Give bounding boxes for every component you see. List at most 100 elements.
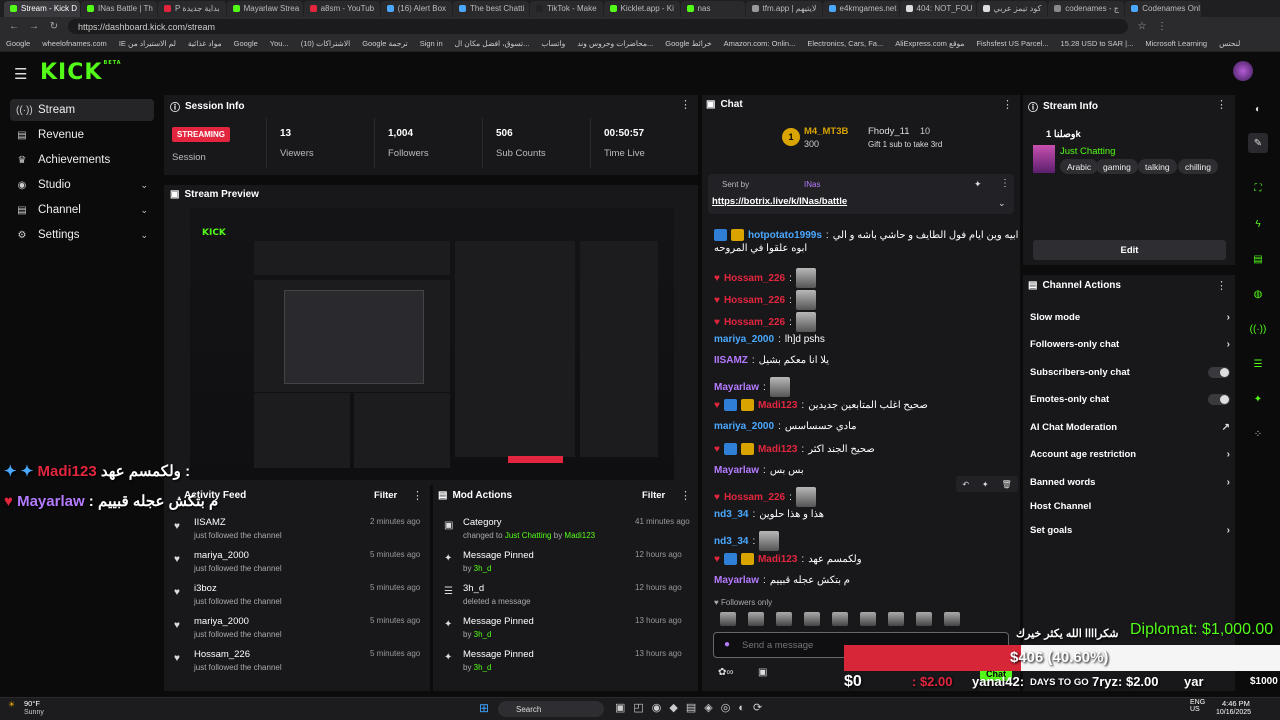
category-name[interactable]: Just Chatting (1060, 146, 1115, 157)
channel-action-set-goals[interactable]: Set goals › (1030, 521, 1230, 539)
toggle-switch[interactable] (1208, 366, 1230, 378)
bookmark-item[interactable]: Amazon.com: Onlin... (724, 39, 796, 48)
weather-icon[interactable]: ☀ (8, 700, 15, 709)
activity-username[interactable]: i3boz (194, 583, 364, 594)
taskbar-search[interactable]: Search (498, 701, 604, 717)
sidebar-item-studio[interactable]: ◉ Studio ⌄ (10, 174, 154, 196)
pin-icon[interactable]: ✦ (974, 179, 982, 190)
browser-tab[interactable]: 404: NOT_FOU (899, 0, 976, 17)
mod-filter-button[interactable]: Filter (642, 490, 665, 501)
chat-username[interactable]: mariya_2000 (714, 421, 774, 432)
reload-icon[interactable]: ↻ (48, 21, 60, 32)
stream-tag[interactable]: Arabic (1060, 159, 1099, 174)
bookmark-item[interactable]: Google (6, 39, 30, 48)
channel-action-subscribers-only-chat[interactable]: Subscribers-only chat (1030, 363, 1230, 381)
channel-action-account-age-restriction[interactable]: Account age restriction › (1030, 445, 1230, 463)
chat-username[interactable]: Madi123 (758, 444, 797, 455)
browser-tab[interactable]: tfm.app | لايتيهم (745, 0, 822, 17)
sidebar-item-channel[interactable]: ▤ Channel ⌄ (10, 199, 154, 221)
top-gifter-name[interactable]: M4_MT3B (804, 126, 848, 137)
pin-message-icon[interactable]: ✦ (982, 480, 989, 489)
avatar[interactable] (1233, 61, 1253, 81)
bookmark-item[interactable]: تسوق، افضل مكان ال... (455, 39, 530, 48)
stream-info-menu-icon[interactable]: ⋮ (1216, 98, 1227, 111)
bookmark-item[interactable]: Google خرائط (665, 39, 711, 48)
chat-username[interactable]: nd3_34 (714, 536, 748, 547)
url-field[interactable]: https://dashboard.kick.com/stream (68, 19, 1128, 34)
browser-tab[interactable]: P بداية جديدة (158, 0, 226, 17)
browser-tab[interactable]: e4kmgames.net (822, 0, 899, 17)
browser-tab[interactable]: Mayarlaw Strea (226, 0, 303, 17)
chat-menu-icon[interactable]: ⋮ (1002, 98, 1013, 111)
bookmark-item[interactable]: لنحتس (1219, 39, 1240, 48)
bookmark-item[interactable]: AliExpress.com موقع (895, 39, 964, 48)
activity-username[interactable]: Hossam_226 (194, 649, 364, 660)
browser-tab[interactable]: codenames - ج (1048, 0, 1125, 17)
mod-detail-link[interactable]: 3h_d (474, 663, 492, 672)
browser-tab[interactable]: Codenames Onl (1125, 0, 1202, 17)
bookmark-item[interactable]: Microsoft Learning (1145, 39, 1207, 48)
chat-username[interactable]: nd3_34 (714, 509, 748, 520)
bookmark-item[interactable]: 15.28 USD to SAR |... (1061, 39, 1134, 48)
bookmark-item[interactable]: Sign in (420, 39, 443, 48)
sidebar-item-stream[interactable]: ((·)) Stream (10, 99, 154, 121)
browser-tab[interactable]: Kicklet.app - Ki (603, 0, 680, 17)
fullscreen-icon[interactable]: ⛶ (1248, 178, 1268, 198)
weather-temp[interactable]: 90°F (24, 699, 40, 708)
chevron-down-icon[interactable]: ⌄ (998, 198, 1006, 209)
bookmark-item[interactable]: Google ترجمة (362, 39, 408, 48)
toggle-switch[interactable] (1208, 393, 1230, 405)
channel-action-ai-chat-moderation[interactable]: AI Chat Moderation ↗ (1030, 418, 1230, 436)
mod-detail-link[interactable]: Just Chatting (505, 531, 552, 540)
browser-tab[interactable]: The best Chatti (453, 0, 530, 17)
bookmark-item[interactable]: Google (234, 39, 258, 48)
browser-tab[interactable]: TikTok - Make (530, 0, 603, 17)
session-menu-icon[interactable]: ⋮ (680, 98, 691, 111)
windows-start-icon[interactable]: ⊞ (479, 701, 489, 715)
channel-action-host-channel[interactable]: Host Channel (1030, 497, 1230, 515)
stream-tag[interactable]: chilling (1178, 159, 1218, 174)
bookmark-item[interactable]: Electronics, Cars, Fa... (807, 39, 883, 48)
star-icon[interactable]: ☆ (1136, 21, 1148, 32)
mic-icon[interactable]: ● (724, 639, 730, 650)
document-icon[interactable]: ▤ (1248, 249, 1268, 269)
forward-icon[interactable]: → (28, 21, 40, 32)
mod-detail-link[interactable]: 3h_d (474, 564, 492, 573)
reply-icon[interactable]: ↶ (962, 480, 969, 489)
emote-picker-icon[interactable]: ✿∞ (718, 667, 734, 678)
browser-tab[interactable]: a8sm - YouTub (303, 0, 380, 17)
stream-preview-video[interactable]: KICK (190, 208, 674, 480)
bolt-icon[interactable]: ϟ (1248, 214, 1268, 234)
list-icon[interactable]: ☰ (1248, 354, 1268, 374)
wrench-icon[interactable]: ✦ (1248, 389, 1268, 409)
back-icon[interactable]: ← (8, 21, 20, 32)
chat-username[interactable]: Mayarlaw (714, 382, 759, 393)
edit-layout-icon[interactable]: ✎ (1248, 133, 1268, 153)
lang-indicator[interactable]: ENG US (1190, 699, 1205, 713)
chat-username[interactable]: Mayarlaw (714, 575, 759, 586)
activity-menu-icon[interactable]: ⋮ (412, 489, 423, 502)
gifter-name[interactable]: Fhody_11 (868, 126, 910, 137)
chat-username[interactable]: Mayarlaw (714, 465, 759, 476)
gift-icon[interactable]: ▣ (758, 667, 767, 678)
bookmark-item[interactable]: مواد غذائية (188, 39, 222, 48)
bookmark-item[interactable]: You... (270, 39, 289, 48)
edit-stream-button[interactable]: Edit (1033, 240, 1226, 260)
bookmark-item[interactable]: (10) الاشتراكات (301, 39, 350, 48)
mod-detail-link[interactable]: Madi123 (564, 531, 595, 540)
sidebar-item-settings[interactable]: ⚙ Settings ⌄ (10, 224, 154, 246)
stream-tag[interactable]: talking (1138, 159, 1177, 174)
chat-username[interactable]: hotpotato1999s (748, 230, 822, 241)
activity-username[interactable]: IISAMZ (194, 517, 364, 528)
chat-icon[interactable]: ◍ (1248, 284, 1268, 304)
chat-username[interactable]: IISAMZ (714, 355, 748, 366)
stream-tag[interactable]: gaming (1096, 159, 1138, 174)
bookmark-item[interactable]: wheelofnames.com (42, 39, 107, 48)
bookmark-item[interactable]: Fishsfest US Parcel... (976, 39, 1048, 48)
gift-sub-text[interactable]: Gift 1 sub to take 3rd (868, 140, 942, 149)
extensions-icon[interactable]: ⋮ (1156, 21, 1168, 32)
broadcast-rail-icon[interactable]: ((·)) (1248, 319, 1268, 339)
browser-tab[interactable]: Stream - Kick D (4, 0, 80, 17)
channel-action-emotes-only-chat[interactable]: Emotes-only chat (1030, 390, 1230, 408)
clock-date[interactable]: 10/16/2025 (1216, 709, 1251, 716)
